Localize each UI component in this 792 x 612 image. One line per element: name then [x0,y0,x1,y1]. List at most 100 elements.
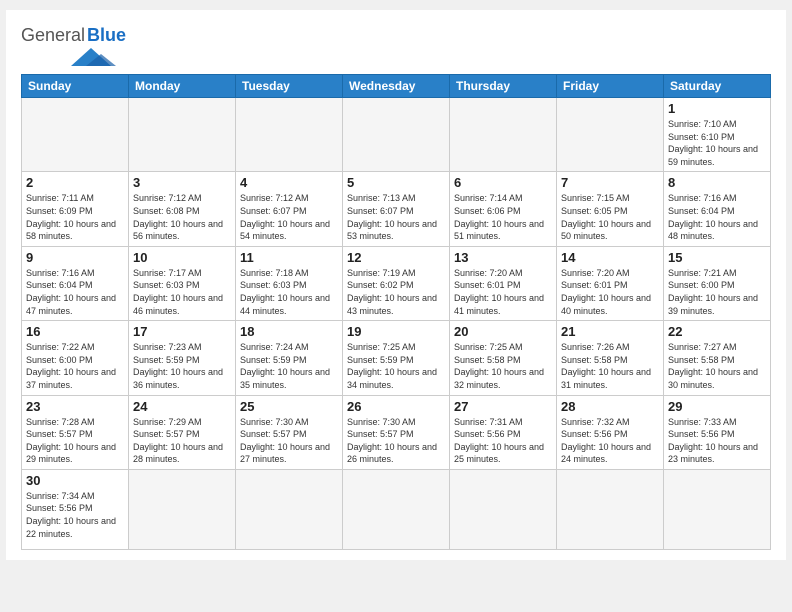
day-cell: 17Sunrise: 7:23 AMSunset: 5:59 PMDayligh… [129,321,236,395]
week-row-6: 30Sunrise: 7:34 AMSunset: 5:56 PMDayligh… [22,469,771,549]
weekday-header-saturday: Saturday [664,75,771,98]
day-number: 28 [561,399,659,414]
day-info: Sunrise: 7:21 AMSunset: 6:00 PMDaylight:… [668,267,766,317]
day-cell [664,469,771,549]
day-info: Sunrise: 7:16 AMSunset: 6:04 PMDaylight:… [26,267,124,317]
day-number: 2 [26,175,124,190]
weekday-header-friday: Friday [557,75,664,98]
day-cell: 6 Sunrise: 7:14 AMSunset: 6:06 PMDaylight… [450,172,557,246]
day-info: Sunrise: 7:19 AMSunset: 6:02 PMDaylight:… [347,267,445,317]
day-cell: 27Sunrise: 7:31 AMSunset: 5:56 PMDayligh… [450,395,557,469]
day-number: 24 [133,399,231,414]
week-row-5: 23Sunrise: 7:28 AMSunset: 5:57 PMDayligh… [22,395,771,469]
day-cell: 4Sunrise: 7:12 AMSunset: 6:07 PMDaylight… [236,172,343,246]
day-info: Sunrise: 7:25 AMSunset: 5:58 PMDaylight:… [454,341,552,391]
day-info: Sunrise: 7:11 AMSunset: 6:09 PMDaylight:… [26,192,124,242]
day-info: Sunrise: 7:28 AMSunset: 5:57 PMDaylight:… [26,416,124,466]
day-cell: 2 Sunrise: 7:11 AMSunset: 6:09 PMDaylight… [22,172,129,246]
day-info: Sunrise: 7:23 AMSunset: 5:59 PMDaylight:… [133,341,231,391]
header: General Blue [21,20,771,66]
day-cell: 1 Sunrise: 7:10 AMSunset: 6:10 PMDaylight… [664,98,771,172]
logo-general-text: General [21,25,85,46]
day-cell: 13Sunrise: 7:20 AMSunset: 6:01 PMDayligh… [450,246,557,320]
logo-blue-text: Blue [87,25,126,46]
day-cell: 14 Sunrise: 7:20 AMSunset: 6:01 PMDayligh… [557,246,664,320]
day-number: 14 [561,250,659,265]
day-number: 10 [133,250,231,265]
day-info: Sunrise: 7:14 AMSunset: 6:06 PMDaylight:… [454,192,552,242]
weekday-header-tuesday: Tuesday [236,75,343,98]
day-cell [557,98,664,172]
day-cell: 24Sunrise: 7:29 AMSunset: 5:57 PMDayligh… [129,395,236,469]
weekday-header-thursday: Thursday [450,75,557,98]
day-number: 19 [347,324,445,339]
day-info: Sunrise: 7:12 AMSunset: 6:07 PMDaylight:… [240,192,338,242]
day-cell [236,469,343,549]
week-row-1: 1 Sunrise: 7:10 AMSunset: 6:10 PMDaylight… [22,98,771,172]
weekday-header-wednesday: Wednesday [343,75,450,98]
day-number: 9 [26,250,124,265]
day-info: Sunrise: 7:22 AMSunset: 6:00 PMDaylight:… [26,341,124,391]
day-number: 1 [668,101,766,116]
day-info: Sunrise: 7:17 AMSunset: 6:03 PMDaylight:… [133,267,231,317]
day-number: 21 [561,324,659,339]
day-info: Sunrise: 7:30 AMSunset: 5:57 PMDaylight:… [240,416,338,466]
day-number: 30 [26,473,124,488]
day-cell: 22 Sunrise: 7:27 AMSunset: 5:58 PMDayligh… [664,321,771,395]
day-cell: 28 Sunrise: 7:32 AMSunset: 5:56 PMDayligh… [557,395,664,469]
day-info: Sunrise: 7:20 AMSunset: 6:01 PMDaylight:… [454,267,552,317]
day-cell: 10 Sunrise: 7:17 AMSunset: 6:03 PMDayligh… [129,246,236,320]
day-cell: 29Sunrise: 7:33 AMSunset: 5:56 PMDayligh… [664,395,771,469]
logo: General Blue [21,25,126,66]
day-cell [343,98,450,172]
day-number: 26 [347,399,445,414]
day-number: 16 [26,324,124,339]
day-info: Sunrise: 7:25 AMSunset: 5:59 PMDaylight:… [347,341,445,391]
day-info: Sunrise: 7:16 AMSunset: 6:04 PMDaylight:… [668,192,766,242]
weekday-header-monday: Monday [129,75,236,98]
day-info: Sunrise: 7:15 AMSunset: 6:05 PMDaylight:… [561,192,659,242]
day-cell: 9 Sunrise: 7:16 AMSunset: 6:04 PMDaylight… [22,246,129,320]
day-number: 20 [454,324,552,339]
weekday-header-row: SundayMondayTuesdayWednesdayThursdayFrid… [22,75,771,98]
day-number: 27 [454,399,552,414]
day-cell: 30Sunrise: 7:34 AMSunset: 5:56 PMDayligh… [22,469,129,549]
day-cell: 3Sunrise: 7:12 AMSunset: 6:08 PMDaylight… [129,172,236,246]
day-cell: 19 Sunrise: 7:25 AMSunset: 5:59 PMDayligh… [343,321,450,395]
day-number: 25 [240,399,338,414]
day-info: Sunrise: 7:27 AMSunset: 5:58 PMDaylight:… [668,341,766,391]
day-number: 8 [668,175,766,190]
day-number: 18 [240,324,338,339]
day-number: 6 [454,175,552,190]
day-cell [343,469,450,549]
day-cell: 7 Sunrise: 7:15 AMSunset: 6:05 PMDaylight… [557,172,664,246]
day-cell [129,98,236,172]
day-cell: 18Sunrise: 7:24 AMSunset: 5:59 PMDayligh… [236,321,343,395]
day-cell [129,469,236,549]
weekday-header-sunday: Sunday [22,75,129,98]
day-cell [450,469,557,549]
day-cell: 21 Sunrise: 7:26 AMSunset: 5:58 PMDayligh… [557,321,664,395]
week-row-4: 16 Sunrise: 7:22 AMSunset: 6:00 PMDayligh… [22,321,771,395]
day-cell: 25 Sunrise: 7:30 AMSunset: 5:57 PMDayligh… [236,395,343,469]
day-cell [450,98,557,172]
day-cell: 5Sunrise: 7:13 AMSunset: 6:07 PMDaylight… [343,172,450,246]
day-cell: 20 Sunrise: 7:25 AMSunset: 5:58 PMDayligh… [450,321,557,395]
week-row-2: 2 Sunrise: 7:11 AMSunset: 6:09 PMDaylight… [22,172,771,246]
day-number: 7 [561,175,659,190]
day-info: Sunrise: 7:13 AMSunset: 6:07 PMDaylight:… [347,192,445,242]
logo-icon [71,48,126,66]
day-info: Sunrise: 7:10 AMSunset: 6:10 PMDaylight:… [668,118,766,168]
day-info: Sunrise: 7:30 AMSunset: 5:57 PMDaylight:… [347,416,445,466]
day-info: Sunrise: 7:18 AMSunset: 6:03 PMDaylight:… [240,267,338,317]
day-number: 12 [347,250,445,265]
calendar: SundayMondayTuesdayWednesdayThursdayFrid… [21,74,771,550]
day-number: 11 [240,250,338,265]
day-info: Sunrise: 7:26 AMSunset: 5:58 PMDaylight:… [561,341,659,391]
day-info: Sunrise: 7:20 AMSunset: 6:01 PMDaylight:… [561,267,659,317]
day-number: 22 [668,324,766,339]
day-info: Sunrise: 7:32 AMSunset: 5:56 PMDaylight:… [561,416,659,466]
day-cell [557,469,664,549]
day-info: Sunrise: 7:12 AMSunset: 6:08 PMDaylight:… [133,192,231,242]
day-number: 29 [668,399,766,414]
